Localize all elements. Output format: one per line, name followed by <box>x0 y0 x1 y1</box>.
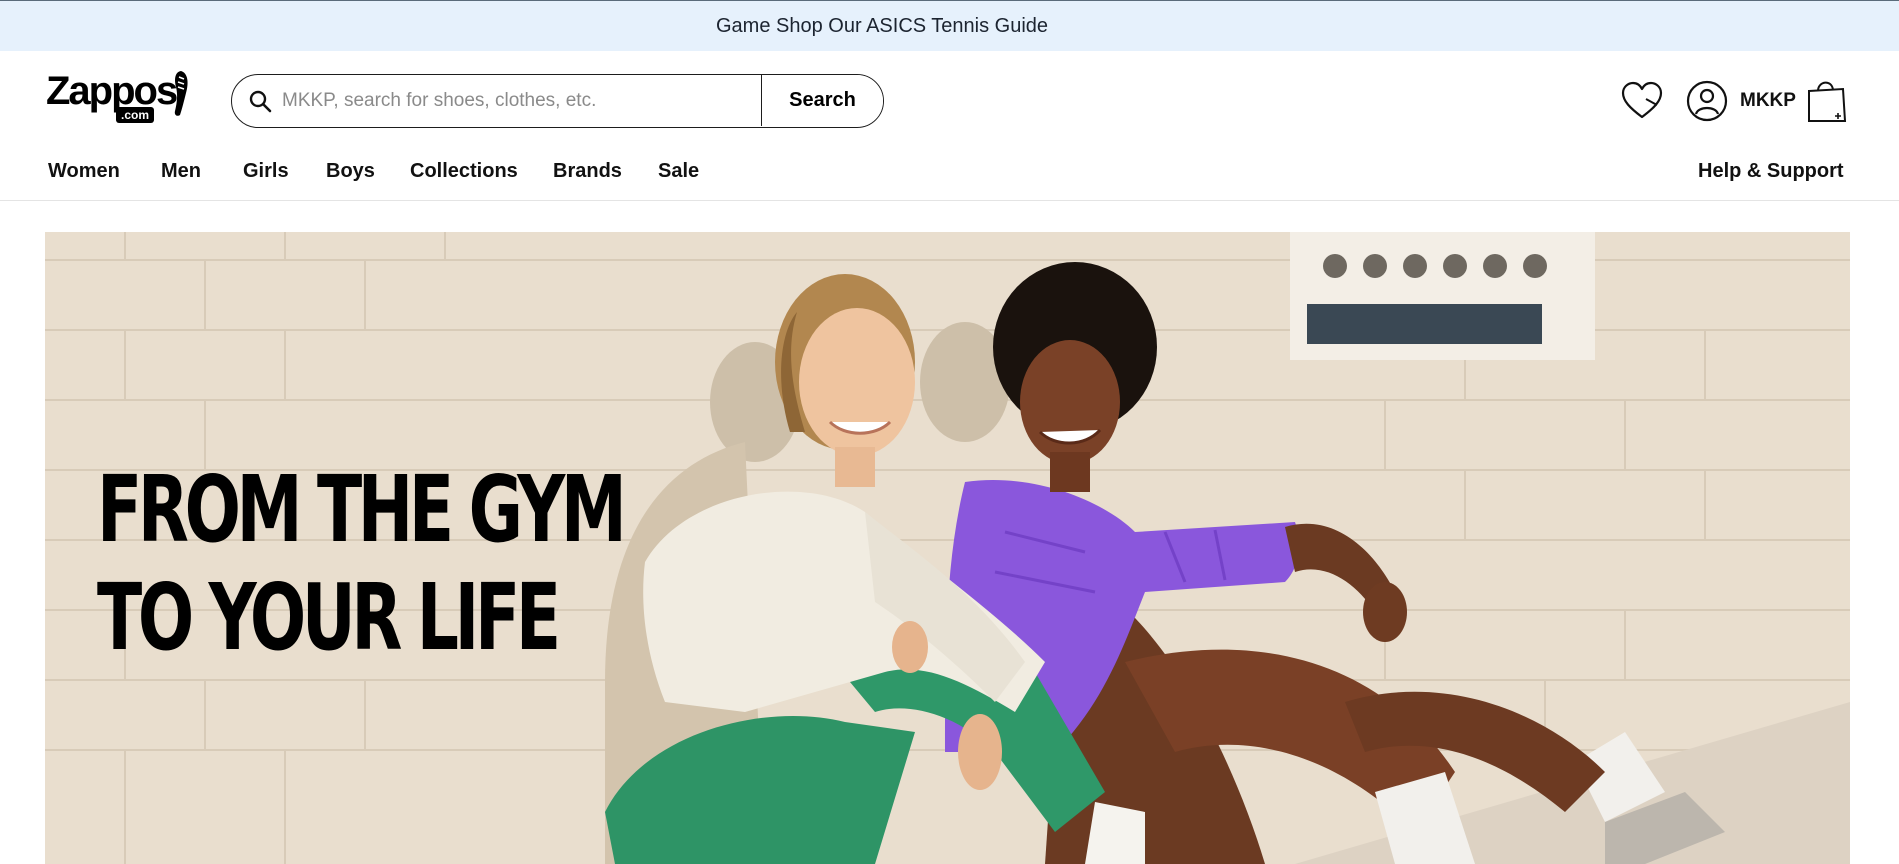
hero-headline-line1: FROM THE GYM <box>97 456 627 563</box>
promo-text: Game Shop Our ASICS Tennis Guide <box>716 15 1048 38</box>
promo-link-tennis-guide[interactable]: Our ASICS Tennis Guide <box>828 15 1048 37</box>
search-bar: Search <box>231 74 884 128</box>
zappos-logo[interactable]: Zappos .com <box>46 69 188 125</box>
search-icon <box>249 90 272 113</box>
account-menu[interactable]: MKKP <box>1686 79 1796 123</box>
promo-link-game-shop[interactable]: Game Shop <box>716 15 823 37</box>
search-button[interactable]: Search <box>761 75 883 126</box>
heart-icon[interactable] <box>1620 79 1664 123</box>
nav-men[interactable]: Men <box>161 160 201 183</box>
hero-headline-line2: TO YOUR LIFE <box>97 564 561 671</box>
nav-girls[interactable]: Girls <box>243 160 289 183</box>
nav-help-support[interactable]: Help & Support <box>1698 160 1844 183</box>
nav-boys[interactable]: Boys <box>326 160 375 183</box>
promo-bar: Game Shop Our ASICS Tennis Guide <box>0 0 1899 51</box>
nav-brands[interactable]: Brands <box>553 160 622 183</box>
shoe-logo-icon <box>174 71 188 116</box>
hero-headline: FROM THE GYM TO YOUR LIFE <box>97 456 627 672</box>
hero-banner[interactable]: FROM THE GYM TO YOUR LIFE <box>45 232 1850 864</box>
logo-com-badge: .com <box>116 107 155 123</box>
nav-women[interactable]: Women <box>48 160 120 183</box>
nav-collections[interactable]: Collections <box>410 160 518 183</box>
site-header: Zappos .com Search MKKP <box>0 51 1899 151</box>
shopping-bag-icon[interactable] <box>1805 77 1849 123</box>
account-name: MKKP <box>1740 90 1796 111</box>
nav-sale[interactable]: Sale <box>658 160 699 183</box>
logo-wordmark: Zappos <box>46 69 178 113</box>
user-icon <box>1686 80 1728 122</box>
main-nav: Women Men Girls Boys Collections Brands … <box>0 151 1899 201</box>
